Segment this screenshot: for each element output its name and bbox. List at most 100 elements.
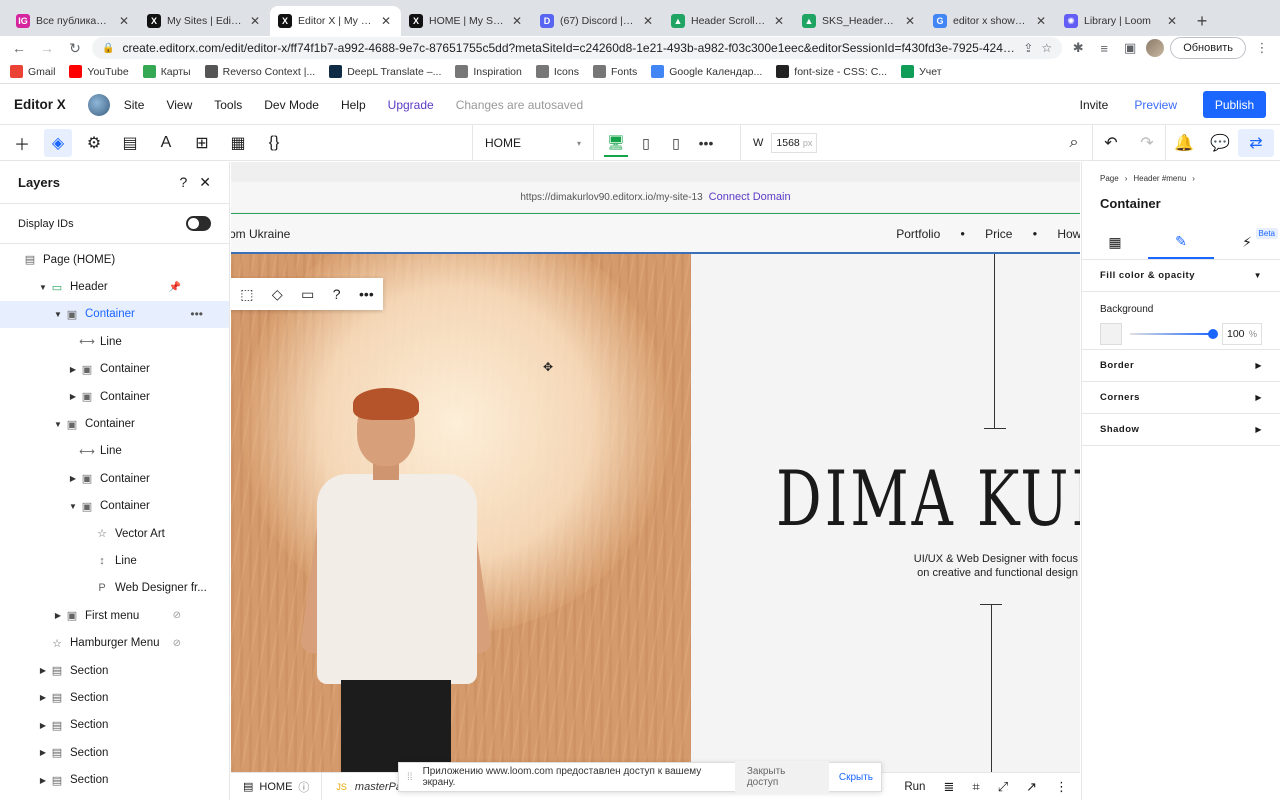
bookmark-item[interactable]: Inspiration [455, 65, 522, 78]
animation-icon[interactable]: ◇ [272, 286, 283, 303]
extensions-icon[interactable]: ✱ [1068, 38, 1088, 58]
drag-handle-icon[interactable]: ⁞⁞ [407, 772, 413, 783]
bookmark-item[interactable]: Icons [535, 65, 579, 78]
tab-close-icon[interactable]: ✕ [117, 14, 131, 28]
publish-button[interactable]: Publish [1203, 91, 1266, 118]
layer-row[interactable]: ▼ ▣ Container [0, 493, 229, 520]
stop-sharing-button[interactable]: Закрыть доступ [734, 761, 829, 793]
layout-tab-icon[interactable]: ▦ [1082, 226, 1148, 259]
run-button[interactable]: Run [904, 781, 925, 793]
more-icon[interactable]: ••• [359, 286, 374, 302]
expand-arrow-icon[interactable]: ▶ [52, 611, 64, 620]
mobile-breakpoint-icon[interactable]: ▯ [664, 129, 688, 157]
bookmark-star-icon[interactable]: ☆ [1041, 41, 1052, 55]
slider-knob[interactable] [1208, 329, 1218, 339]
layer-row[interactable]: ▶PWeb Designer fr... [0, 575, 229, 602]
code-icon[interactable]: {} [260, 129, 288, 157]
tab-close-icon[interactable]: ✕ [772, 14, 786, 28]
corners-section-header[interactable]: Corners ▶ [1082, 382, 1280, 414]
back-icon[interactable]: ← [8, 37, 30, 59]
undo-icon[interactable]: ↶ [1093, 129, 1129, 157]
width-input[interactable]: 1568 px [771, 133, 818, 153]
menu-help[interactable]: Help [341, 98, 366, 112]
forward-icon[interactable]: → [36, 37, 58, 59]
help-icon[interactable]: ? [333, 286, 341, 302]
menu-tools[interactable]: Tools [214, 98, 242, 112]
hero-photo[interactable] [231, 254, 691, 772]
more-breakpoints-icon[interactable]: ••• [694, 129, 718, 157]
hero-tagline[interactable]: UI/UX & Web Designer with focus on creat… [914, 552, 1078, 580]
open-external-icon[interactable]: ↗ [1026, 779, 1037, 795]
expand-arrow-icon[interactable]: ▶ [37, 748, 49, 757]
page-select[interactable]: HOME ▾ [472, 125, 594, 161]
interactions-tab-icon[interactable]: ⚡ Beta [1214, 226, 1280, 259]
expand-arrow-icon[interactable]: ▶ [37, 776, 49, 785]
bookmark-item[interactable]: Gmail [10, 65, 55, 78]
tab-close-icon[interactable]: ✕ [510, 14, 524, 28]
background-color-swatch[interactable] [1100, 323, 1122, 345]
bookmark-item[interactable]: DeepL Translate –... [329, 65, 441, 78]
browser-tab[interactable]: IG Все публикации - ✕ [8, 6, 139, 36]
layer-more-icon[interactable]: ••• [190, 307, 203, 321]
layer-row[interactable]: ▶ ▣ Container [0, 356, 229, 383]
layer-row[interactable]: ▶ ▣ Container [0, 465, 229, 492]
site-avatar[interactable] [87, 93, 110, 116]
connect-domain-link[interactable]: Connect Domain [709, 191, 791, 203]
browser-tab[interactable]: ✺ Library | Loom ✕ [1056, 6, 1187, 36]
hidden-eye-icon[interactable]: ⊘ [173, 638, 181, 649]
comments-icon[interactable]: 💬 [1202, 129, 1238, 157]
preview-button[interactable]: Preview [1134, 98, 1177, 112]
layer-row[interactable]: ▶⟷Line [0, 438, 229, 465]
menu-dev-mode[interactable]: Dev Mode [264, 98, 319, 112]
tab-close-icon[interactable]: ✕ [1165, 14, 1179, 28]
bookmark-item[interactable]: Fonts [592, 65, 637, 78]
pages-icon[interactable]: ▤ [116, 129, 144, 157]
tab-close-icon[interactable]: ✕ [1034, 14, 1048, 28]
layers-icon[interactable]: ◈ [44, 128, 72, 157]
layer-row[interactable]: ▶☆Vector Art [0, 520, 229, 547]
reading-list-icon[interactable]: ≡ [1094, 38, 1114, 58]
new-tab-icon[interactable]: + [1187, 6, 1217, 36]
browser-menu-icon[interactable]: ⋮ [1252, 38, 1272, 58]
collapse-arrow-icon[interactable]: ▼ [52, 420, 64, 429]
opacity-slider[interactable] [1130, 329, 1218, 339]
expand-arrow-icon[interactable]: ▶ [67, 392, 79, 401]
close-icon[interactable]: ✕ [199, 174, 211, 191]
expand-arrow-icon[interactable]: ▶ [37, 693, 49, 702]
notifications-icon[interactable]: 🔔 [1166, 129, 1202, 157]
url-field[interactable]: 🔒 create.editorx.com/edit/editor-x/ff74f… [92, 37, 1063, 59]
layer-row[interactable]: ▶ ▤ Section [0, 712, 229, 739]
bookmark-item[interactable]: Карты [142, 65, 191, 78]
pin-icon[interactable]: 📌 [169, 282, 181, 293]
redo-icon[interactable]: ↷ [1129, 129, 1165, 157]
hide-banner-button[interactable]: Скрыть [839, 772, 873, 783]
tab-close-icon[interactable]: ✕ [248, 14, 262, 28]
browser-tab[interactable]: D (67) Discord | "Hea ✕ [532, 6, 663, 36]
menu-view[interactable]: View [166, 98, 192, 112]
layer-row[interactable]: ▼ ▣ Container ••• [0, 300, 229, 329]
layer-row[interactable]: ▶☆Hamburger Menu⊘ [0, 629, 229, 656]
layer-row[interactable]: ▶ ▤ Section [0, 766, 229, 793]
collapse-arrow-icon[interactable]: ▼ [52, 310, 64, 319]
profile-avatar[interactable] [1146, 39, 1165, 57]
help-icon[interactable]: ? [179, 174, 187, 191]
components-icon[interactable]: ⚙ [80, 129, 108, 157]
site-header[interactable]: om Ukraine Portfolio ● Price ● How I [231, 214, 1080, 254]
border-section-header[interactable]: Border ▶ [1082, 350, 1280, 382]
tab-close-icon[interactable]: ✕ [641, 14, 655, 28]
tab-close-icon[interactable]: ✕ [379, 14, 393, 28]
inspector-toggle-icon[interactable]: ⇄ [1238, 129, 1274, 157]
editor-canvas[interactable]: https://dimakurlov90.editorx.io/my-site-… [231, 162, 1080, 772]
update-button[interactable]: Обновить [1170, 37, 1246, 59]
tablet-breakpoint-icon[interactable]: ▯ [634, 129, 658, 157]
info-icon[interactable]: ⓘ [298, 779, 309, 795]
nav-portfolio[interactable]: Portfolio [896, 227, 940, 241]
cms-table-icon[interactable]: ▦ [224, 129, 252, 157]
share-icon[interactable]: ⇪ [1023, 41, 1033, 55]
expand-arrow-icon[interactable]: ▶ [37, 666, 49, 675]
collapse-arrow-icon[interactable]: ▼ [67, 502, 79, 511]
layer-row[interactable]: ▶ ▣ First menu ⊘ [0, 602, 229, 629]
upgrade-link[interactable]: Upgrade [388, 98, 434, 112]
layer-row[interactable]: ▶ ▣ Container [0, 383, 229, 410]
breadcrumb-header[interactable]: Header #menu [1133, 174, 1186, 183]
